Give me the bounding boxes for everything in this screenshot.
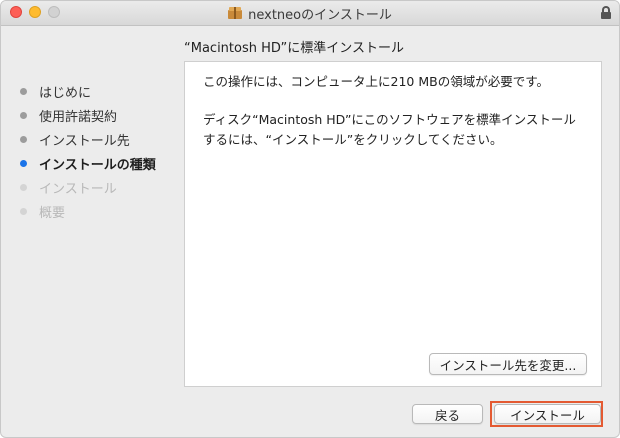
installer-steps-sidebar: はじめに 使用許諾契約 インストール先 インストールの種類 インストール 概要 — [18, 79, 178, 223]
step-label: はじめに — [39, 85, 92, 101]
disk-space-message: この操作には、コンピュータ上に210 MBの領域が必要です。 — [203, 74, 549, 89]
lock-icon[interactable] — [601, 6, 611, 19]
step-summary: 概要 — [18, 199, 178, 223]
install-button[interactable]: インストール — [494, 404, 601, 424]
install-instruction-message: ディスク“Macintosh HD”にこのソフトウェアを標準インストールするには… — [203, 112, 576, 147]
step-indicator-dot — [20, 207, 27, 215]
step-label: 概要 — [39, 205, 66, 221]
title-bar[interactable]: nextneoのインストール — [1, 1, 619, 26]
step-indicator-dot — [20, 111, 27, 119]
step-indicator-dot — [20, 135, 27, 143]
change-install-location-button[interactable]: インストール先を変更... — [429, 353, 587, 375]
step-label: インストール — [39, 181, 117, 197]
page-heading: “Macintosh HD”に標準インストール — [184, 41, 405, 56]
installer-window: nextneoのインストール “Macintosh HD”に標準インストール は… — [0, 0, 620, 438]
step-indicator-dot — [20, 159, 27, 167]
step-indicator-dot — [20, 183, 27, 191]
step-destination: インストール先 — [18, 127, 178, 151]
step-introduction: はじめに — [18, 79, 178, 103]
package-icon — [228, 7, 243, 19]
step-indicator-dot — [20, 87, 27, 95]
window-title-group: nextneoのインストール — [1, 1, 619, 25]
step-label: 使用許諾契約 — [39, 109, 118, 125]
step-label: インストール先 — [39, 133, 130, 149]
step-installation-type: インストールの種類 — [18, 151, 178, 175]
back-button[interactable]: 戻る — [412, 404, 483, 424]
content-panel: この操作には、コンピュータ上に210 MBの領域が必要です。 ディスク“Maci… — [184, 61, 602, 387]
step-installation: インストール — [18, 175, 178, 199]
step-label: インストールの種類 — [39, 157, 156, 173]
window-title: nextneoのインストール — [248, 7, 392, 23]
step-license: 使用許諾契約 — [18, 103, 178, 127]
